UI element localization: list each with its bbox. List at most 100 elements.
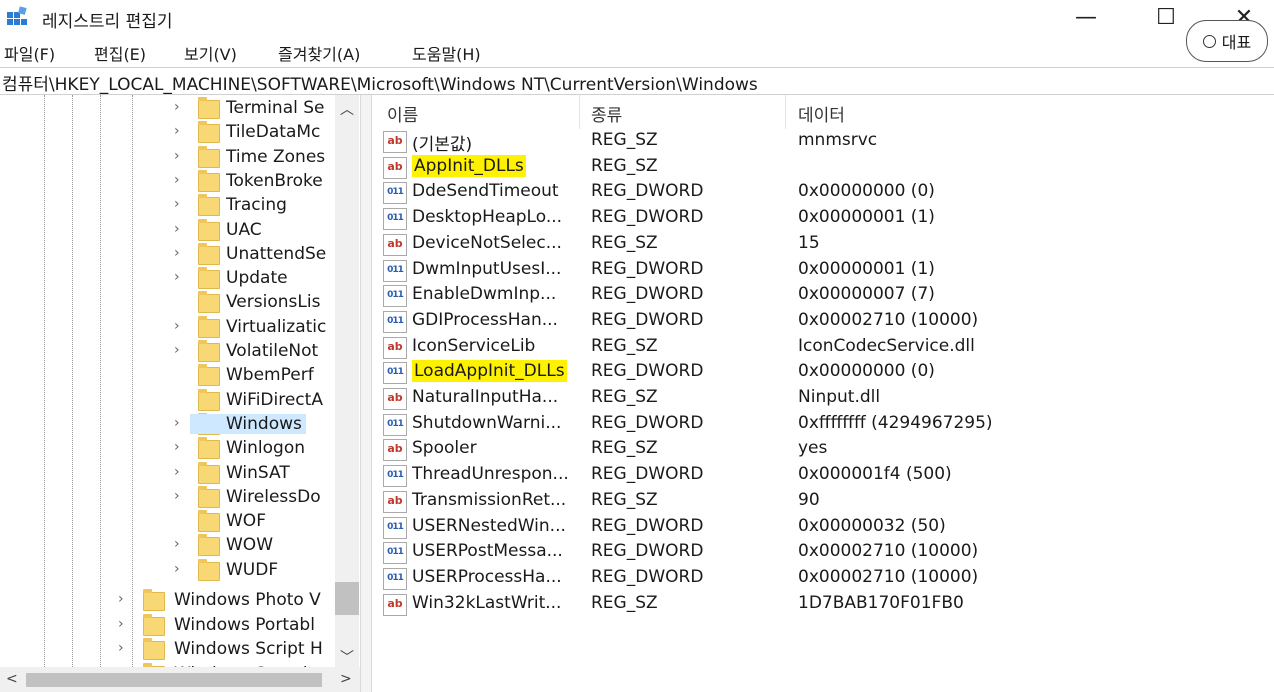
tree-item[interactable]: › Windows: [0, 412, 335, 437]
tree-item[interactable]: WiFiDirectA: [0, 388, 335, 413]
chevron-right-icon[interactable]: ›: [174, 196, 180, 212]
scroll-up-icon[interactable]: ︿: [340, 99, 354, 119]
tree-item[interactable]: › Tracing: [0, 194, 335, 218]
value-name: NaturalInputHa...: [412, 387, 558, 407]
value-row[interactable]: 011 USERNestedWin... REG_DWORD 0x00000032 (…: [379, 515, 1269, 540]
overlay-button[interactable]: 대표: [1186, 20, 1268, 62]
value-row[interactable]: 011 ShutdownWarni... REG_DWORD 0xffffffff (…: [379, 412, 1269, 437]
folder-icon: [198, 461, 220, 484]
value-row[interactable]: 011 DdeSendTimeout REG_DWORD 0x00000000 (0): [379, 180, 1269, 205]
chevron-right-icon[interactable]: ›: [174, 269, 180, 285]
tree-item-label: WOW: [226, 535, 273, 556]
tree-item[interactable]: › Terminal Se: [0, 97, 335, 121]
chevron-right-icon[interactable]: ›: [174, 318, 180, 334]
chevron-right-icon[interactable]: ›: [174, 439, 180, 455]
value-row[interactable]: 011 GDIProcessHan... REG_DWORD 0x00002710 (…: [379, 309, 1269, 334]
tree-horizontal-scrollbar[interactable]: < >: [0, 667, 360, 692]
chevron-right-icon[interactable]: ›: [118, 616, 124, 632]
chevron-right-icon[interactable]: ›: [118, 591, 124, 607]
scroll-thumb[interactable]: [26, 673, 322, 687]
column-header-data[interactable]: 데이터: [798, 101, 845, 126]
value-row[interactable]: 011 USERProcessHa... REG_DWORD 0x00002710 (…: [379, 566, 1269, 591]
menu-favorites[interactable]: 즐겨찾기(A): [278, 41, 360, 65]
chevron-right-icon[interactable]: ›: [174, 221, 180, 237]
dword-value-icon: 011: [383, 285, 407, 308]
tree-item[interactable]: › TileDataMc: [0, 121, 335, 145]
value-name: GDIProcessHan...: [412, 310, 558, 330]
tree-item[interactable]: › Time Zones: [0, 145, 335, 170]
tree-item[interactable]: › WOW: [0, 534, 335, 558]
tree-item[interactable]: › UAC: [0, 218, 335, 243]
menu-help[interactable]: 도움말(H): [412, 41, 481, 65]
scroll-thumb[interactable]: [335, 582, 359, 615]
value-name: DeviceNotSelec...: [412, 233, 562, 253]
tree-item[interactable]: WbemPerf: [0, 364, 335, 388]
chevron-right-icon[interactable]: ›: [174, 415, 180, 431]
value-row[interactable]: ab AppInit_DLLs REG_SZ: [379, 154, 1269, 180]
minimize-button[interactable]: —: [1066, 2, 1106, 32]
chevron-right-icon[interactable]: ›: [174, 342, 180, 358]
tree-item[interactable]: › WinSAT: [0, 461, 335, 486]
tree-item-label: Winlogon: [226, 438, 306, 459]
chevron-right-icon[interactable]: ›: [174, 488, 180, 504]
chevron-right-icon[interactable]: ›: [174, 148, 180, 164]
value-row[interactable]: ab DeviceNotSelec... REG_SZ 15: [379, 232, 1269, 257]
column-header-type[interactable]: 종류: [591, 101, 622, 126]
value-row[interactable]: 011 DesktopHeapLo... REG_DWORD 0x00000001 (…: [379, 206, 1269, 231]
scroll-down-icon[interactable]: ﹀: [340, 647, 354, 667]
value-type: REG_SZ: [591, 155, 658, 176]
value-row[interactable]: ab (기본값) REG_SZ mnmsrvc: [379, 129, 1269, 155]
scroll-right-icon[interactable]: >: [340, 671, 352, 687]
chevron-right-icon[interactable]: ›: [174, 123, 180, 139]
tree-item[interactable]: › UnattendSe: [0, 242, 335, 267]
tree-item[interactable]: › Update: [0, 267, 335, 291]
value-name-text: Spooler: [412, 438, 477, 459]
chevron-right-icon[interactable]: ›: [174, 99, 180, 115]
value-row[interactable]: 011 DwmInputUsesI... REG_DWORD 0x00000001 (…: [379, 258, 1269, 283]
tree-item[interactable]: › Windows Portabl: [0, 613, 335, 638]
value-row[interactable]: 011 LoadAppInit_DLLs REG_DWORD 0x00000000 (…: [379, 360, 1269, 385]
maximize-button[interactable]: ☐: [1146, 2, 1186, 32]
value-row[interactable]: ab Win32kLastWrit... REG_SZ 1D7BAB170F01FB0: [379, 592, 1269, 617]
value-type: REG_SZ: [591, 232, 658, 253]
column-header-name[interactable]: 이름: [387, 101, 418, 126]
value-row[interactable]: 011 EnableDwmInp... REG_DWORD 0x00000007 (7…: [379, 283, 1269, 308]
menu-view[interactable]: 보기(V): [184, 41, 237, 65]
tree-item[interactable]: VersionsLis: [0, 291, 335, 315]
tree-item[interactable]: › Windows Script H: [0, 638, 335, 662]
chevron-right-icon[interactable]: ›: [118, 640, 124, 656]
tree-item[interactable]: › Winlogon: [0, 437, 335, 461]
menu-edit[interactable]: 편집(E): [94, 41, 146, 65]
chevron-right-icon[interactable]: ›: [174, 245, 180, 261]
chevron-right-icon[interactable]: ›: [174, 561, 180, 577]
value-name: TransmissionRet...: [412, 490, 566, 510]
tree-item[interactable]: WOF: [0, 510, 335, 534]
tree-vertical-scrollbar[interactable]: ︿ ﹀: [335, 95, 359, 667]
value-type: REG_DWORD: [591, 258, 704, 279]
tree-item[interactable]: › Windows Photo V: [0, 589, 335, 613]
value-name: DdeSendTimeout: [412, 181, 559, 201]
tree-item-label: UAC: [226, 219, 262, 240]
chevron-right-icon[interactable]: ›: [174, 172, 180, 188]
tree-item-label: Time Zones: [226, 146, 326, 167]
tree-item[interactable]: › WirelessDo: [0, 485, 335, 510]
tree-item[interactable]: › Virtualizatic: [0, 315, 335, 340]
column-divider[interactable]: [579, 95, 580, 129]
value-row[interactable]: ab TransmissionRet... REG_SZ 90: [379, 489, 1269, 514]
folder-icon: [143, 613, 165, 636]
values-list: 이름 종류 데이터 ab (기본값) REG_SZ mnmsrvc ab AppInit_…: [371, 95, 1274, 692]
tree-item[interactable]: › VolatileNot: [0, 340, 335, 364]
scroll-left-icon[interactable]: <: [6, 671, 18, 687]
chevron-right-icon[interactable]: ›: [174, 536, 180, 552]
column-divider[interactable]: [785, 95, 786, 129]
value-row[interactable]: ab IconServiceLib REG_SZ IconCodecService.d…: [379, 335, 1269, 360]
chevron-right-icon[interactable]: ›: [174, 464, 180, 480]
value-row[interactable]: 011 ThreadUnrespon... REG_DWORD 0x000001f4 …: [379, 463, 1269, 488]
address-bar[interactable]: 컴퓨터\HKEY_LOCAL_MACHINE\SOFTWARE\Microsof…: [0, 67, 1274, 95]
value-row[interactable]: ab NaturalInputHa... REG_SZ Ninput.dll: [379, 386, 1269, 411]
value-row[interactable]: ab Spooler REG_SZ yes: [379, 437, 1269, 462]
value-row[interactable]: 011 USERPostMessa... REG_DWORD 0x00002710 (…: [379, 540, 1269, 565]
tree-item[interactable]: › TokenBroke: [0, 169, 335, 194]
menu-file[interactable]: 파일(F): [4, 41, 55, 65]
tree-item[interactable]: › WUDF: [0, 558, 335, 583]
